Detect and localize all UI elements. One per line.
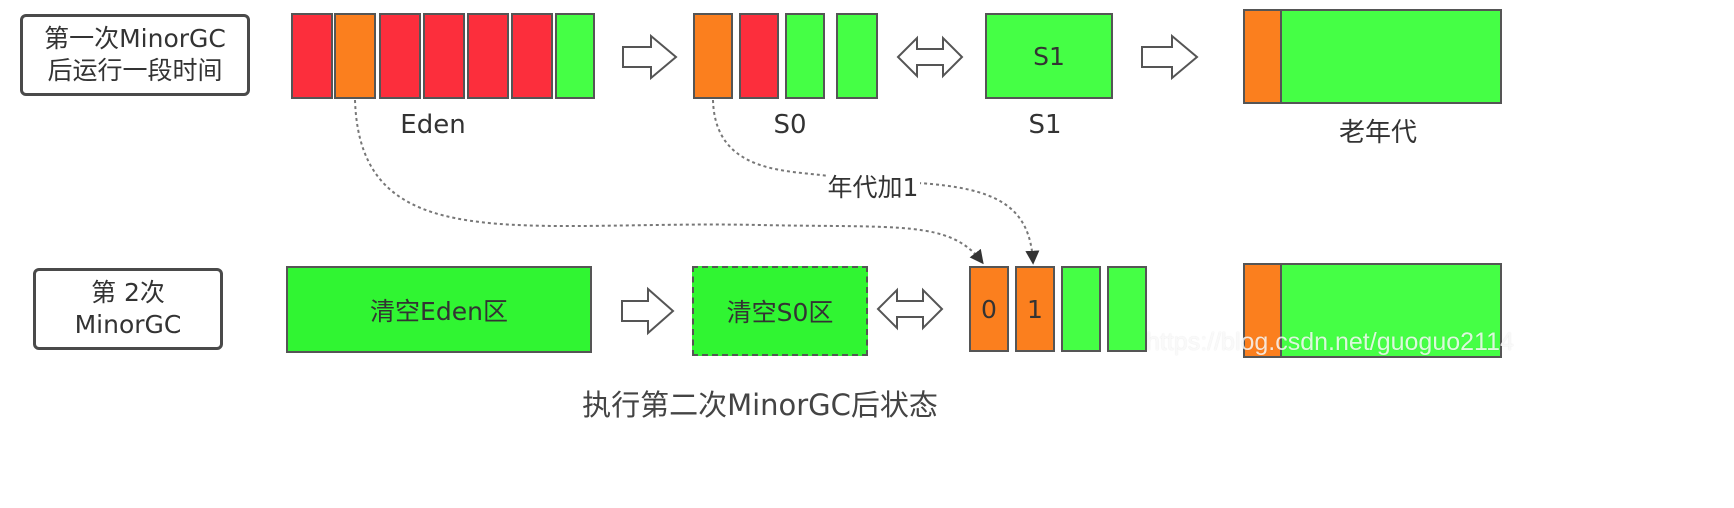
double-arrow-icon [896, 35, 964, 79]
diagram-caption: 执行第二次MinorGC后状态 [582, 388, 938, 422]
double-arrow-icon [876, 287, 944, 331]
right-arrow-icon [622, 33, 678, 81]
right-arrow-icon [1141, 33, 1199, 81]
age-increment-annotation: 年代加1 [826, 168, 920, 204]
diagram-connectors [354, 33, 1199, 336]
s0-to-s1-connector-tail [917, 182, 1040, 265]
right-arrow-icon [621, 286, 675, 336]
watermark: https://blog.csdn.net/guoguo2114 [1146, 328, 1514, 356]
s0-to-s1-connector [712, 99, 829, 177]
